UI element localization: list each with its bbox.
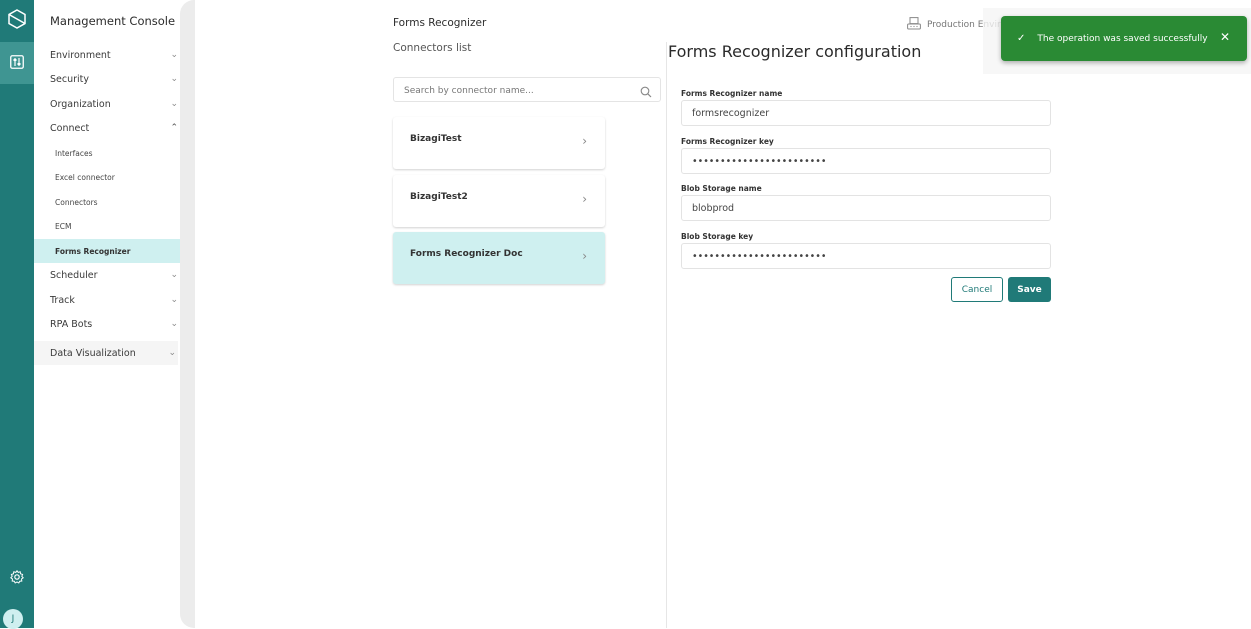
forms-recognizer-key-input[interactable] [682,149,1050,174]
menu-item-environment[interactable]: Environment ⌄ [34,43,180,67]
close-icon[interactable]: ✕ [1220,30,1230,44]
connector-search-input[interactable] [394,79,624,103]
forms-recognizer-key-field [681,148,1051,174]
connectors-list-title: Connectors list [393,42,472,54]
chevron-down-icon: ⌄ [170,295,178,305]
forms-recognizer-name-field [681,100,1051,126]
chevron-down-icon: ⌄ [170,270,178,280]
chevron-down-icon: ⌄ [170,74,178,84]
connector-card[interactable]: BizagiTest2 › [393,175,605,227]
field-label: Blob Storage key [681,232,754,241]
menu-item-label: Security [50,73,90,85]
gear-icon [10,569,24,588]
chevron-right-icon: › [582,134,587,148]
app-logo[interactable] [0,0,34,42]
connector-search [393,77,661,103]
app-rail: J [0,0,34,629]
menu-title: Management Console [50,14,176,28]
menu-item-scheduler[interactable]: Scheduler ⌄ [34,263,180,287]
checkmark-icon: ✓ [1017,33,1026,44]
field-label: Blob Storage name [681,184,762,193]
menu-item-label: Data Visualization [50,347,136,359]
menu-item-rpa-bots[interactable]: RPA Bots ⌄ [34,312,180,336]
submenu-item-ecm[interactable]: ECM [34,214,180,238]
chevron-down-icon: ⌄ [170,99,178,109]
menu-item-connect[interactable]: Connect ⌃ [34,116,180,140]
config-title: Forms Recognizer configuration [668,42,922,61]
cube-logo-icon [8,9,26,33]
chevron-up-icon: ⌃ [170,123,178,133]
panel-divider [666,42,667,628]
rail-item-admin[interactable] [0,42,34,84]
field-label: Forms Recognizer name [681,89,783,98]
settings-button[interactable] [0,566,34,590]
submenu-item-interfaces[interactable]: Interfaces [34,141,180,165]
connector-name: Forms Recognizer Doc [410,249,523,259]
save-button[interactable]: Save [1008,277,1051,302]
field-label: Forms Recognizer key [681,137,774,146]
menu-scroll-edge [180,0,195,628]
menu-item-label: Scheduler [50,269,98,281]
list-header: Forms Recognizer [393,17,487,29]
blob-storage-key-field [681,243,1051,269]
blob-storage-name-field [681,195,1051,221]
menu-item-data-visualization[interactable]: Data Visualization ⌄ [34,341,178,365]
search-icon[interactable] [640,83,652,102]
chevron-down-icon: ⌄ [170,319,178,329]
submenu-item-forms-recognizer[interactable]: Forms Recognizer [34,239,195,263]
chevron-right-icon: › [582,249,587,263]
cancel-button[interactable]: Cancel [951,277,1003,302]
menu-item-track[interactable]: Track ⌄ [34,288,180,312]
menu-item-label: RPA Bots [50,318,93,330]
toast-message: The operation was saved successfully [1037,33,1208,44]
menu-item-label: Organization [50,98,111,110]
connector-name: BizagiTest [410,134,462,144]
submenu-item-excel-connector[interactable]: Excel connector [34,165,180,189]
success-toast: ✓ The operation was saved successfully ✕ [1001,16,1247,61]
chevron-down-icon: ⌄ [168,348,176,358]
server-icon [907,17,921,33]
menu-item-label: Connect [50,122,90,134]
menu-item-security[interactable]: Security ⌄ [34,67,180,91]
connector-name: BizagiTest2 [410,192,468,202]
submenu-item-connectors[interactable]: Connectors [34,190,180,214]
blob-storage-key-input[interactable] [682,244,1050,269]
menu-item-label: Environment [50,49,111,61]
menu-item-organization[interactable]: Organization ⌄ [34,92,180,116]
chevron-right-icon: › [582,192,587,206]
sliders-icon [10,54,24,73]
chevron-down-icon: ⌄ [170,50,178,60]
connector-card-selected[interactable]: Forms Recognizer Doc › [393,232,605,284]
connector-card[interactable]: BizagiTest › [393,117,605,169]
forms-recognizer-name-input[interactable] [682,101,1050,126]
management-menu: Management Console Environment ⌄ Securit… [34,0,195,628]
menu-item-label: Track [50,294,75,306]
user-avatar[interactable]: J [3,609,23,629]
blob-storage-name-input[interactable] [682,196,1050,221]
